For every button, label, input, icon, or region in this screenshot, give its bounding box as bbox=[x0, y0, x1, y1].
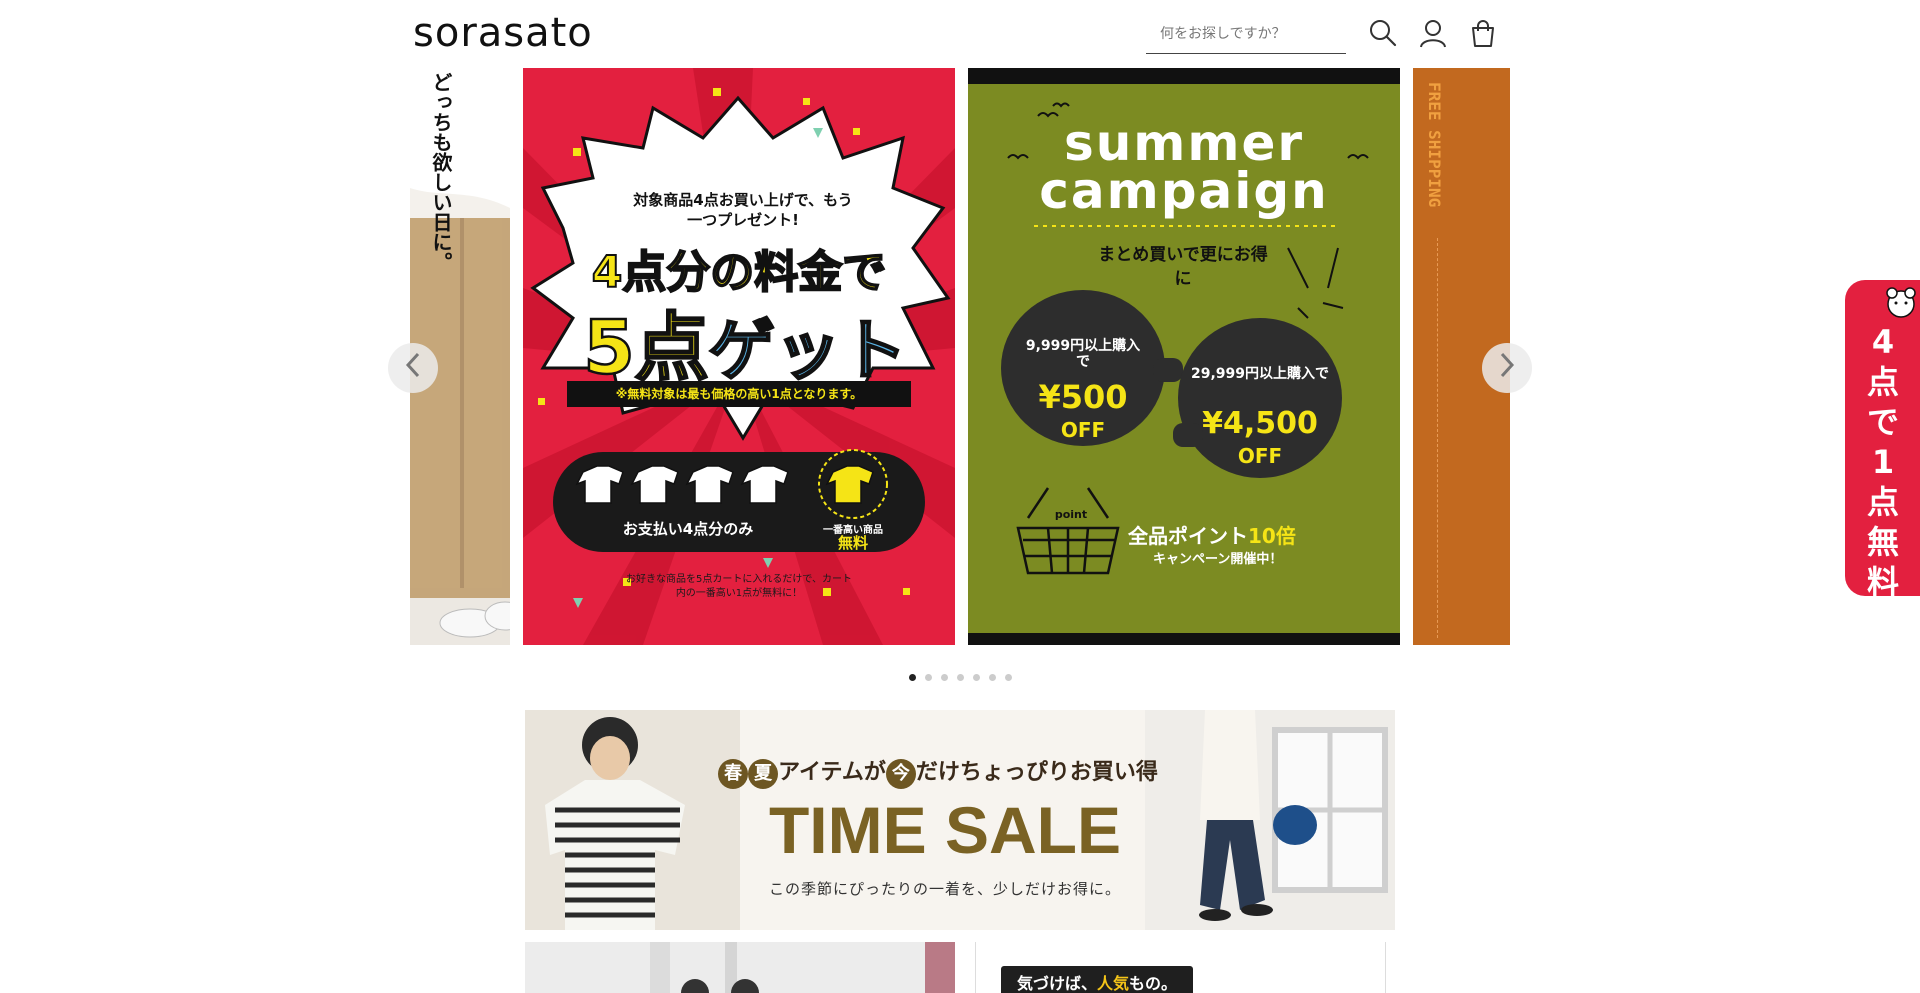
account-icon[interactable] bbox=[1418, 18, 1448, 48]
green-points-a: 全品ポイント bbox=[1128, 524, 1248, 548]
green-right-cond: 29,999円以上購入で bbox=[1190, 366, 1330, 382]
red-headline-2: 5点ゲット bbox=[559, 288, 931, 395]
model-photo-right bbox=[1145, 710, 1395, 930]
green-right-amount: ¥4,500 bbox=[1202, 406, 1318, 441]
model-photo-left bbox=[525, 710, 740, 930]
carousel-dot[interactable] bbox=[973, 674, 980, 681]
time-sale-subtitle: 春夏アイテムが今だけちょっぴりお買い得 bbox=[698, 754, 1178, 789]
red-top-text: 対象商品4点お買い上げで、もう一つプレゼント! bbox=[633, 191, 853, 229]
carousel-next-button[interactable] bbox=[1482, 343, 1532, 393]
chevron-left-icon bbox=[403, 351, 423, 386]
red-note: ※無料対象は最も価格の高い1点となります。 bbox=[615, 387, 863, 401]
side-promo-tab[interactable]: 4点で1点無料 bbox=[1845, 280, 1920, 601]
time-sale-caption: この季節にぴったりの一着を、少しだけお得に。 bbox=[768, 880, 1121, 898]
pill-b: 人気 bbox=[1097, 974, 1130, 993]
red-free-label: 無料 bbox=[837, 534, 868, 552]
popular-label: 気づけば、人気もの。 bbox=[1001, 966, 1194, 993]
time-sale-title: TIME SALE bbox=[768, 793, 1121, 867]
green-subtitle: まとめ買いで更にお得に bbox=[1098, 245, 1268, 289]
green-title-2: campaign bbox=[1039, 162, 1329, 220]
green-left-off: OFF bbox=[1060, 418, 1106, 442]
feature-card-right[interactable]: 気づけば、人気もの。 bbox=[975, 942, 1386, 993]
carousel-pagination bbox=[909, 674, 1012, 681]
ts-sub-b: 夏 bbox=[748, 759, 779, 789]
pill-c: もの。 bbox=[1129, 974, 1178, 993]
chevron-right-icon bbox=[1497, 351, 1517, 386]
ts-sub-e: だけちょっぴりお買い得 bbox=[915, 760, 1158, 785]
site-logo[interactable]: sorasato bbox=[413, 10, 593, 56]
carousel-prev-button[interactable] bbox=[388, 343, 438, 393]
site-header: sorasato bbox=[0, 0, 1920, 66]
red-footer-text: お好きな商品を5点カートに入れるだけで、カート内の一番高い1点が無料に！ bbox=[626, 574, 852, 599]
green-points-b: 10倍 bbox=[1248, 524, 1296, 548]
slide-4for5[interactable]: 対象商品4点お買い上げで、もう一つプレゼント! 4点分の料金で 5点ゲット ※無… bbox=[523, 68, 955, 645]
green-left-cond: 9,999円以上購入で bbox=[1025, 338, 1141, 370]
bear-icon bbox=[1883, 284, 1919, 324]
green-left-amount: ¥500 bbox=[1038, 378, 1128, 416]
slide-right-vertical-text: FREE SHIPPING bbox=[1425, 82, 1444, 208]
feature-card-left[interactable] bbox=[525, 942, 955, 993]
ts-sub-a: 春 bbox=[718, 759, 749, 789]
green-right-off: OFF bbox=[1237, 444, 1283, 468]
red-pay-label: お支払い4点分のみ bbox=[622, 520, 754, 538]
slide-summer-campaign[interactable]: summer campaign まとめ買いで更にお得に 9,999円以上購入で … bbox=[968, 68, 1400, 645]
carousel-dot[interactable] bbox=[909, 674, 916, 681]
side-tab-text: 4点で1点無料 bbox=[1866, 323, 1899, 601]
hero-carousel: どっちも欲しい日に。 対象商品4点お買い上げで、もう一つプレゼント! 4点分の料… bbox=[410, 68, 1510, 645]
carousel-dot[interactable] bbox=[957, 674, 964, 681]
carousel-dot[interactable] bbox=[989, 674, 996, 681]
pill-a: 気づけば、 bbox=[1017, 974, 1098, 993]
search-input[interactable] bbox=[1146, 16, 1346, 52]
slide-left-vertical-text: どっちも欲しい日に。 bbox=[429, 72, 453, 272]
ts-sub-d: 今 bbox=[885, 759, 916, 789]
carousel-dot[interactable] bbox=[1005, 674, 1012, 681]
search-icon[interactable] bbox=[1368, 18, 1398, 48]
cart-icon[interactable] bbox=[1468, 18, 1498, 48]
red-headline-2a: 5点 bbox=[582, 304, 710, 393]
search-box bbox=[1146, 16, 1346, 54]
carousel-dot[interactable] bbox=[941, 674, 948, 681]
time-sale-banner[interactable]: 春夏アイテムが今だけちょっぴりお買い得 TIME SALE この季節にぴったりの… bbox=[525, 710, 1395, 930]
green-points: 全品ポイント10倍 bbox=[1128, 520, 1388, 549]
green-points-sub: キャンペーン開催中！ bbox=[1153, 552, 1283, 567]
page: sorasato どっちも欲しい日に。 bbox=[0, 0, 1920, 993]
green-basket-label: point bbox=[1054, 508, 1088, 521]
carousel-dot[interactable] bbox=[925, 674, 932, 681]
ts-sub-c: アイテムが bbox=[778, 760, 886, 785]
red-headline-2b: ゲット bbox=[708, 311, 909, 391]
slide-right-divider bbox=[1437, 238, 1438, 638]
